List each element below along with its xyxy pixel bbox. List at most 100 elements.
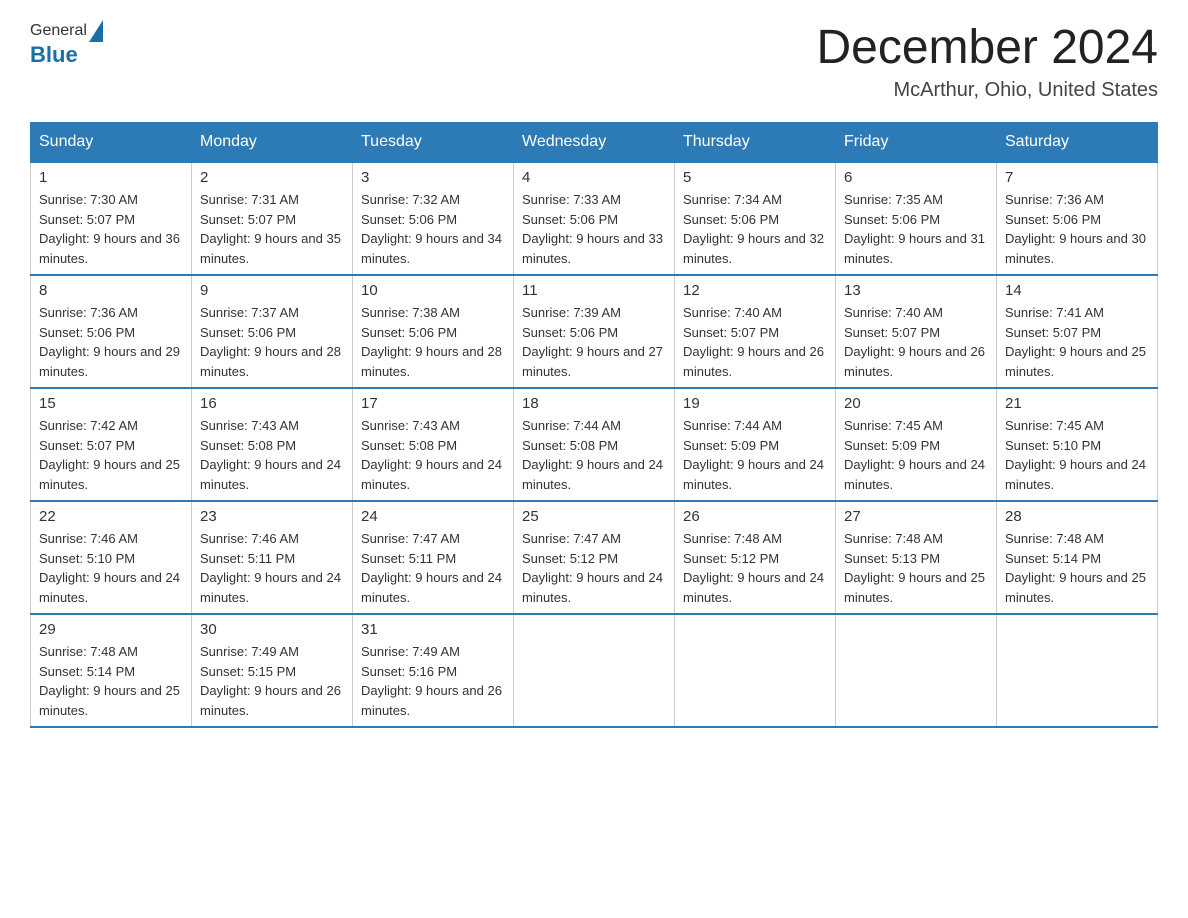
day-info: Sunrise: 7:49 AM Sunset: 5:16 PM Dayligh… — [361, 642, 505, 720]
calendar-table: SundayMondayTuesdayWednesdayThursdayFrid… — [30, 122, 1158, 728]
day-info: Sunrise: 7:44 AM Sunset: 5:09 PM Dayligh… — [683, 416, 827, 494]
day-info: Sunrise: 7:45 AM Sunset: 5:09 PM Dayligh… — [844, 416, 988, 494]
logo: General Blue — [30, 20, 105, 68]
day-number: 28 — [1005, 508, 1149, 525]
calendar-header-thursday: Thursday — [675, 123, 836, 163]
day-number: 17 — [361, 395, 505, 412]
calendar-cell — [514, 614, 675, 727]
title-section: December 2024 McArthur, Ohio, United Sta… — [816, 20, 1158, 102]
day-number: 20 — [844, 395, 988, 412]
day-info: Sunrise: 7:45 AM Sunset: 5:10 PM Dayligh… — [1005, 416, 1149, 494]
calendar-cell: 1 Sunrise: 7:30 AM Sunset: 5:07 PM Dayli… — [31, 162, 192, 275]
day-info: Sunrise: 7:36 AM Sunset: 5:06 PM Dayligh… — [1005, 190, 1149, 268]
day-info: Sunrise: 7:33 AM Sunset: 5:06 PM Dayligh… — [522, 190, 666, 268]
day-number: 30 — [200, 621, 344, 638]
day-info: Sunrise: 7:38 AM Sunset: 5:06 PM Dayligh… — [361, 303, 505, 381]
calendar-cell: 4 Sunrise: 7:33 AM Sunset: 5:06 PM Dayli… — [514, 162, 675, 275]
day-info: Sunrise: 7:32 AM Sunset: 5:06 PM Dayligh… — [361, 190, 505, 268]
day-number: 18 — [522, 395, 666, 412]
calendar-cell: 10 Sunrise: 7:38 AM Sunset: 5:06 PM Dayl… — [353, 275, 514, 388]
calendar-cell: 2 Sunrise: 7:31 AM Sunset: 5:07 PM Dayli… — [192, 162, 353, 275]
day-number: 2 — [200, 169, 344, 186]
location-subtitle: McArthur, Ohio, United States — [816, 79, 1158, 102]
day-number: 31 — [361, 621, 505, 638]
day-info: Sunrise: 7:48 AM Sunset: 5:13 PM Dayligh… — [844, 529, 988, 607]
calendar-cell: 28 Sunrise: 7:48 AM Sunset: 5:14 PM Dayl… — [997, 501, 1158, 614]
calendar-cell: 31 Sunrise: 7:49 AM Sunset: 5:16 PM Dayl… — [353, 614, 514, 727]
day-info: Sunrise: 7:48 AM Sunset: 5:14 PM Dayligh… — [1005, 529, 1149, 607]
calendar-cell: 29 Sunrise: 7:48 AM Sunset: 5:14 PM Dayl… — [31, 614, 192, 727]
calendar-week-row: 1 Sunrise: 7:30 AM Sunset: 5:07 PM Dayli… — [31, 162, 1158, 275]
calendar-cell: 7 Sunrise: 7:36 AM Sunset: 5:06 PM Dayli… — [997, 162, 1158, 275]
calendar-cell: 23 Sunrise: 7:46 AM Sunset: 5:11 PM Dayl… — [192, 501, 353, 614]
day-info: Sunrise: 7:30 AM Sunset: 5:07 PM Dayligh… — [39, 190, 183, 268]
calendar-cell: 12 Sunrise: 7:40 AM Sunset: 5:07 PM Dayl… — [675, 275, 836, 388]
calendar-header-tuesday: Tuesday — [353, 123, 514, 163]
calendar-header-friday: Friday — [836, 123, 997, 163]
calendar-cell: 8 Sunrise: 7:36 AM Sunset: 5:06 PM Dayli… — [31, 275, 192, 388]
calendar-cell: 13 Sunrise: 7:40 AM Sunset: 5:07 PM Dayl… — [836, 275, 997, 388]
day-number: 26 — [683, 508, 827, 525]
day-info: Sunrise: 7:48 AM Sunset: 5:12 PM Dayligh… — [683, 529, 827, 607]
logo-triangle-icon — [89, 20, 103, 42]
day-number: 8 — [39, 282, 183, 299]
logo-blue-text: Blue — [30, 42, 78, 67]
calendar-header-monday: Monday — [192, 123, 353, 163]
day-number: 19 — [683, 395, 827, 412]
day-number: 11 — [522, 282, 666, 299]
day-number: 3 — [361, 169, 505, 186]
calendar-week-row: 29 Sunrise: 7:48 AM Sunset: 5:14 PM Dayl… — [31, 614, 1158, 727]
day-info: Sunrise: 7:46 AM Sunset: 5:10 PM Dayligh… — [39, 529, 183, 607]
day-number: 16 — [200, 395, 344, 412]
day-number: 23 — [200, 508, 344, 525]
day-info: Sunrise: 7:46 AM Sunset: 5:11 PM Dayligh… — [200, 529, 344, 607]
day-number: 27 — [844, 508, 988, 525]
day-info: Sunrise: 7:42 AM Sunset: 5:07 PM Dayligh… — [39, 416, 183, 494]
calendar-cell: 24 Sunrise: 7:47 AM Sunset: 5:11 PM Dayl… — [353, 501, 514, 614]
day-info: Sunrise: 7:41 AM Sunset: 5:07 PM Dayligh… — [1005, 303, 1149, 381]
calendar-cell: 16 Sunrise: 7:43 AM Sunset: 5:08 PM Dayl… — [192, 388, 353, 501]
calendar-cell: 3 Sunrise: 7:32 AM Sunset: 5:06 PM Dayli… — [353, 162, 514, 275]
calendar-cell: 14 Sunrise: 7:41 AM Sunset: 5:07 PM Dayl… — [997, 275, 1158, 388]
day-info: Sunrise: 7:35 AM Sunset: 5:06 PM Dayligh… — [844, 190, 988, 268]
day-number: 1 — [39, 169, 183, 186]
calendar-header-wednesday: Wednesday — [514, 123, 675, 163]
day-number: 25 — [522, 508, 666, 525]
calendar-cell: 19 Sunrise: 7:44 AM Sunset: 5:09 PM Dayl… — [675, 388, 836, 501]
day-info: Sunrise: 7:36 AM Sunset: 5:06 PM Dayligh… — [39, 303, 183, 381]
calendar-week-row: 22 Sunrise: 7:46 AM Sunset: 5:10 PM Dayl… — [31, 501, 1158, 614]
month-year-title: December 2024 — [816, 20, 1158, 75]
calendar-cell: 18 Sunrise: 7:44 AM Sunset: 5:08 PM Dayl… — [514, 388, 675, 501]
day-number: 5 — [683, 169, 827, 186]
calendar-cell: 11 Sunrise: 7:39 AM Sunset: 5:06 PM Dayl… — [514, 275, 675, 388]
calendar-cell: 9 Sunrise: 7:37 AM Sunset: 5:06 PM Dayli… — [192, 275, 353, 388]
day-info: Sunrise: 7:47 AM Sunset: 5:12 PM Dayligh… — [522, 529, 666, 607]
day-info: Sunrise: 7:47 AM Sunset: 5:11 PM Dayligh… — [361, 529, 505, 607]
calendar-cell: 27 Sunrise: 7:48 AM Sunset: 5:13 PM Dayl… — [836, 501, 997, 614]
day-info: Sunrise: 7:37 AM Sunset: 5:06 PM Dayligh… — [200, 303, 344, 381]
calendar-cell: 17 Sunrise: 7:43 AM Sunset: 5:08 PM Dayl… — [353, 388, 514, 501]
day-number: 12 — [683, 282, 827, 299]
calendar-cell: 22 Sunrise: 7:46 AM Sunset: 5:10 PM Dayl… — [31, 501, 192, 614]
day-number: 10 — [361, 282, 505, 299]
page-header: General Blue December 2024 McArthur, Ohi… — [30, 20, 1158, 102]
calendar-cell — [675, 614, 836, 727]
day-number: 4 — [522, 169, 666, 186]
day-number: 6 — [844, 169, 988, 186]
calendar-cell: 21 Sunrise: 7:45 AM Sunset: 5:10 PM Dayl… — [997, 388, 1158, 501]
day-number: 7 — [1005, 169, 1149, 186]
calendar-week-row: 8 Sunrise: 7:36 AM Sunset: 5:06 PM Dayli… — [31, 275, 1158, 388]
day-info: Sunrise: 7:31 AM Sunset: 5:07 PM Dayligh… — [200, 190, 344, 268]
calendar-cell — [836, 614, 997, 727]
day-number: 15 — [39, 395, 183, 412]
calendar-cell: 20 Sunrise: 7:45 AM Sunset: 5:09 PM Dayl… — [836, 388, 997, 501]
day-number: 13 — [844, 282, 988, 299]
day-number: 21 — [1005, 395, 1149, 412]
day-number: 22 — [39, 508, 183, 525]
day-number: 24 — [361, 508, 505, 525]
calendar-cell: 5 Sunrise: 7:34 AM Sunset: 5:06 PM Dayli… — [675, 162, 836, 275]
day-number: 29 — [39, 621, 183, 638]
day-info: Sunrise: 7:43 AM Sunset: 5:08 PM Dayligh… — [200, 416, 344, 494]
calendar-cell: 15 Sunrise: 7:42 AM Sunset: 5:07 PM Dayl… — [31, 388, 192, 501]
logo-general-text: General — [30, 22, 87, 40]
